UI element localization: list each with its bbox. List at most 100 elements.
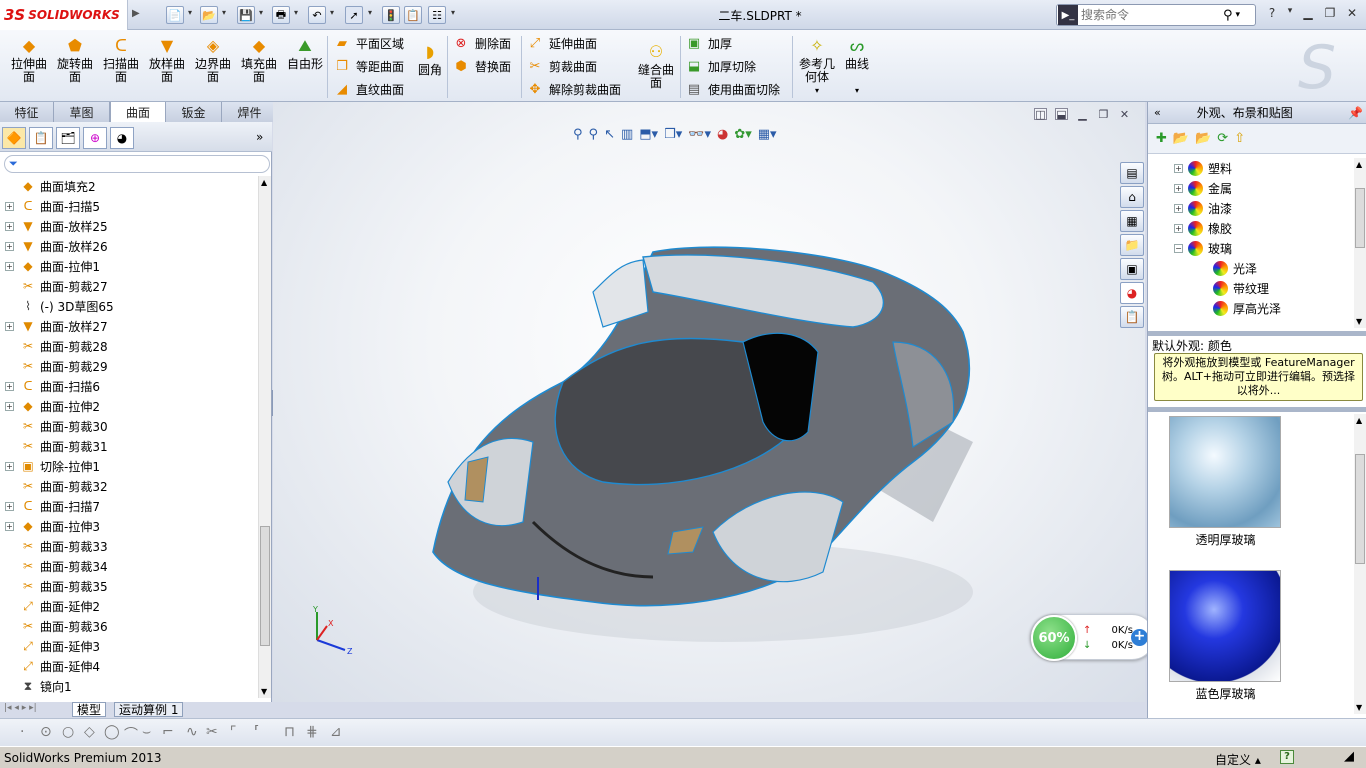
expand-icon[interactable]: + bbox=[5, 461, 14, 471]
appearance-folder[interactable]: − 玻璃 bbox=[1148, 238, 1353, 258]
perimeter-circle-icon[interactable]: ◯ bbox=[104, 724, 120, 740]
up-level-icon[interactable]: ⇧ bbox=[1234, 131, 1245, 146]
edit-appearance-icon[interactable]: ◕ bbox=[717, 127, 728, 142]
tree-item[interactable]: ✂ 曲面-剪裁33 bbox=[0, 536, 258, 556]
tab-0[interactable]: 特征 bbox=[0, 102, 54, 122]
reference-geometry-button[interactable]: ✧ 参考几何体 ▾ bbox=[796, 34, 838, 97]
curves-button[interactable]: ᔕ 曲线 ▾ bbox=[840, 34, 874, 97]
appearance-folder[interactable]: + 橡胶 bbox=[1148, 218, 1353, 238]
collapse-pane-icon[interactable]: « bbox=[1154, 106, 1161, 119]
blue-thick-glass-swatch[interactable] bbox=[1169, 570, 1281, 682]
extend-surface-button[interactable]: ⤢ 延伸曲面 bbox=[526, 33, 621, 53]
hide-show-items-icon[interactable]: 👓▾ bbox=[688, 127, 711, 142]
options-dropdown-icon[interactable]: ▾ bbox=[451, 8, 455, 17]
boundary-surface-button[interactable]: ◈ 边界曲面 bbox=[191, 34, 235, 84]
feature-manager-tab-icon[interactable]: 🔶 bbox=[2, 127, 26, 149]
new-dropdown-icon[interactable]: ▾ bbox=[188, 8, 192, 17]
scroll-down-icon[interactable]: ▼ bbox=[1356, 703, 1362, 712]
previous-view-icon[interactable]: ↖ bbox=[604, 127, 615, 142]
solidworks-resources-icon[interactable]: ▤ bbox=[1120, 162, 1144, 184]
resize-grip-icon[interactable]: ◢ bbox=[1344, 749, 1354, 764]
graphics-area[interactable]: ⚲ ⚲ ↖ ▥ ⬒▾ ❒▾ 👓▾ ◕ ✿▾ ▦▾ ◫ ⬓ ▁ ❐ ✕ Y Z X bbox=[273, 102, 1145, 702]
tree-item[interactable]: + ◆ 曲面-拉伸3 bbox=[0, 516, 258, 536]
expand-icon[interactable]: + bbox=[5, 201, 14, 211]
tangent-arc-icon[interactable]: ⌣ bbox=[142, 724, 151, 740]
tree-item[interactable]: + ▼ 曲面-放样27 bbox=[0, 316, 258, 336]
refresh-icon[interactable]: ⟳ bbox=[1217, 131, 1228, 146]
print-dropdown-icon[interactable]: ▾ bbox=[294, 8, 298, 17]
tree-item[interactable]: ✂ 曲面-剪裁27 bbox=[0, 276, 258, 296]
expand-icon[interactable]: + bbox=[5, 401, 14, 411]
offset-entities-icon[interactable]: ⸢ bbox=[254, 724, 259, 740]
appearance-folder[interactable]: + 金属 bbox=[1148, 178, 1353, 198]
tab-2[interactable]: 曲面 bbox=[110, 102, 166, 122]
tree-item[interactable]: + ▣ 切除-拉伸1 bbox=[0, 456, 258, 476]
tree-item[interactable]: ⤢ 曲面-延伸3 bbox=[0, 636, 258, 656]
expand-icon[interactable]: + bbox=[1174, 183, 1183, 193]
undo-icon[interactable]: ↶ bbox=[308, 6, 326, 24]
new-document-icon[interactable]: 📄 bbox=[166, 6, 184, 24]
customize-menu[interactable]: 自定义 ▴ bbox=[1215, 751, 1261, 768]
untrim-surface-button[interactable]: ✥ 解除剪裁曲面 bbox=[526, 79, 621, 99]
tree-item[interactable]: ⌇ (-) 3D草图65 bbox=[0, 296, 258, 316]
scroll-up-icon[interactable]: ▲ bbox=[1356, 416, 1362, 425]
tree-item[interactable]: ✂ 曲面-剪裁28 bbox=[0, 336, 258, 356]
centerpoint-arc-icon[interactable]: ○ bbox=[62, 724, 74, 740]
save-icon[interactable]: 💾 bbox=[237, 6, 255, 24]
tree-item[interactable]: ✂ 曲面-剪裁34 bbox=[0, 556, 258, 576]
select-dropdown-icon[interactable]: ▾ bbox=[368, 8, 372, 17]
filled-surface-button[interactable]: ◆ 填充曲面 bbox=[237, 34, 281, 84]
tab-scroll-icons[interactable]: |◂ ◂ ▸ ▸| bbox=[4, 703, 37, 713]
design-library-icon[interactable]: ▦ bbox=[1120, 210, 1144, 232]
tab-4[interactable]: 焊件 bbox=[222, 102, 278, 122]
appearance-folder[interactable]: + 油漆 bbox=[1148, 198, 1353, 218]
pin-icon[interactable]: 📌 bbox=[1348, 106, 1363, 120]
view-palette-icon[interactable]: ▣ bbox=[1120, 258, 1144, 280]
swatch-scrollbar[interactable]: ▲ ▼ bbox=[1354, 414, 1366, 714]
extruded-surface-button[interactable]: ◆ 拉伸曲面 bbox=[7, 34, 51, 84]
undo-dropdown-icon[interactable]: ▾ bbox=[330, 8, 334, 17]
appearances-scenes-icon[interactable]: ◕ bbox=[1120, 282, 1144, 304]
trim-surface-button[interactable]: ✂ 剪裁曲面 bbox=[526, 56, 621, 76]
tree-item[interactable]: ✂ 曲面-剪裁36 bbox=[0, 616, 258, 636]
scroll-down-icon[interactable]: ▼ bbox=[1356, 317, 1362, 326]
view-settings-icon[interactable]: ▦▾ bbox=[758, 127, 777, 142]
network-speed-widget[interactable]: 60% ↑ 0K/s ↓ 0K/s + bbox=[1030, 614, 1155, 661]
split-horizontal-icon[interactable]: ◫ bbox=[1034, 108, 1047, 121]
viewport-restore-icon[interactable]: ❐ bbox=[1097, 108, 1110, 121]
split-vertical-icon[interactable]: ⬓ bbox=[1055, 108, 1068, 121]
convert-entities-icon[interactable]: ⌜ bbox=[230, 724, 237, 740]
spline-icon[interactable]: ∿ bbox=[186, 724, 198, 740]
replace-face-button[interactable]: ⬢ 替换面 bbox=[452, 56, 511, 76]
search-icon[interactable]: ⚲ bbox=[1223, 8, 1233, 23]
select-icon[interactable]: ➚ bbox=[345, 6, 363, 24]
tab-1[interactable]: 草图 bbox=[54, 102, 110, 122]
lofted-surface-button[interactable]: ▼ 放样曲面 bbox=[145, 34, 189, 84]
scroll-thumb[interactable] bbox=[1355, 188, 1365, 248]
search-dropdown-icon[interactable]: ▾ bbox=[1236, 10, 1241, 20]
rebuild-icon[interactable]: 🚦 bbox=[382, 6, 400, 24]
save-dropdown-icon[interactable]: ▾ bbox=[259, 8, 263, 17]
tree-item[interactable]: ✂ 曲面-剪裁29 bbox=[0, 356, 258, 376]
appearance-folder[interactable]: + 塑料 bbox=[1148, 158, 1353, 178]
expand-icon[interactable]: + bbox=[5, 321, 14, 331]
fillet-sketch-icon[interactable]: ⌐ bbox=[162, 724, 174, 740]
tree-item[interactable]: ⧗ 镜向1 bbox=[0, 676, 258, 696]
view-orientation-icon[interactable]: ⬒▾ bbox=[639, 127, 658, 142]
solidworks-logo[interactable]: 3S SOLIDWORKS bbox=[0, 0, 128, 30]
appearance-tree-scrollbar[interactable]: ▲ ▼ bbox=[1354, 158, 1366, 328]
add-appearance-icon[interactable]: ✚ bbox=[1156, 131, 1167, 146]
scroll-up-icon[interactable]: ▲ bbox=[1356, 160, 1362, 169]
tab-model[interactable]: 模型 bbox=[72, 702, 107, 717]
help-icon[interactable]: ? bbox=[1280, 750, 1294, 764]
expand-icon[interactable]: − bbox=[1174, 243, 1183, 253]
tree-filter[interactable]: ⏷ bbox=[4, 155, 270, 173]
scroll-up-icon[interactable]: ▲ bbox=[261, 178, 267, 187]
expand-icon[interactable]: + bbox=[1174, 223, 1183, 233]
custom-properties-icon[interactable]: 📋 bbox=[1120, 306, 1144, 328]
planar-surface-button[interactable]: ▰ 平面区域 bbox=[333, 33, 404, 53]
open-folder-icon[interactable]: 📂 bbox=[1195, 131, 1211, 146]
trim-entities-icon[interactable]: ✂ bbox=[206, 724, 218, 740]
tree-item[interactable]: ✂ 曲面-剪裁31 bbox=[0, 436, 258, 456]
linear-pattern-icon[interactable]: ⋕ bbox=[306, 724, 318, 740]
